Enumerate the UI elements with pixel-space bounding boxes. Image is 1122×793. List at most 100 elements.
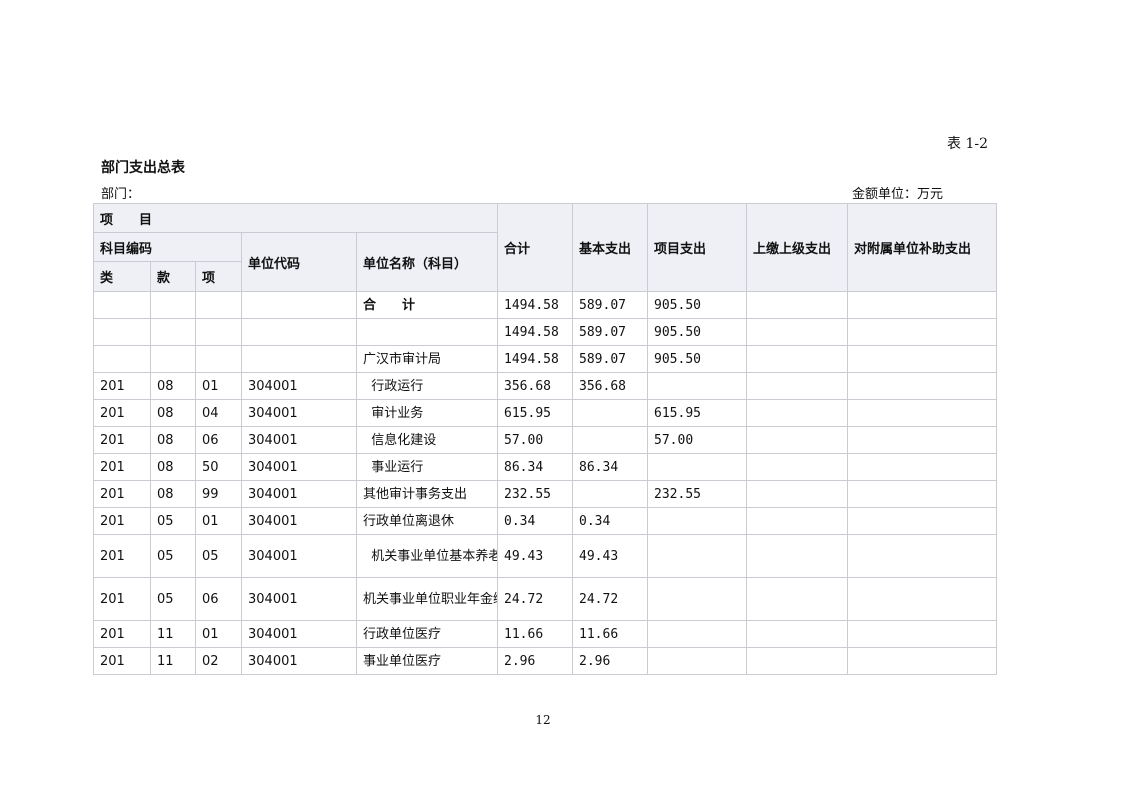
cell-total: 49.43 bbox=[497, 534, 574, 578]
cell-unit-name: 其他审计事务支出 bbox=[355, 480, 499, 508]
cell-basic: 49.43 bbox=[572, 534, 649, 578]
cell-subsidy bbox=[847, 345, 998, 373]
department-label: 部门： bbox=[101, 187, 141, 202]
table-number: 表 1-2 bbox=[947, 136, 988, 152]
cell-basic bbox=[572, 480, 649, 508]
cell-kuan: 08 bbox=[150, 372, 196, 400]
header-lei: 类 bbox=[93, 261, 151, 292]
header-total: 合计 bbox=[497, 203, 574, 292]
cell-unit-name: 广汉市审计局 bbox=[355, 345, 499, 373]
cell-upper bbox=[746, 453, 849, 481]
header-xiang: 项 bbox=[195, 261, 242, 292]
cell-subsidy bbox=[847, 291, 998, 319]
cell-upper bbox=[746, 480, 849, 508]
cell-xiang: 01 bbox=[195, 507, 242, 535]
cell-upper bbox=[746, 372, 849, 400]
expenditure-table: 项 目 合计 基本支出 项目支出 上缴上级支出 对附属单位补助支出 科目编码 单… bbox=[92, 203, 998, 675]
cell-basic: 86.34 bbox=[572, 453, 649, 481]
cell-project bbox=[647, 577, 748, 621]
table-body: 合 计 1494.58 589.07 905.50 1494.58 589.07 905.5… bbox=[93, 291, 998, 675]
cell-basic: 2.96 bbox=[572, 647, 649, 675]
cell-subsidy bbox=[847, 426, 998, 454]
cell-kuan: 11 bbox=[150, 620, 196, 648]
cell-total: 1494.58 bbox=[497, 291, 574, 319]
cell-lei: 201 bbox=[93, 534, 151, 578]
header-unit-name: 单位名称（科目） bbox=[355, 232, 499, 292]
cell-lei bbox=[93, 345, 151, 373]
cell-lei: 201 bbox=[93, 426, 151, 454]
cell-kuan: 05 bbox=[150, 534, 196, 578]
cell-xiang bbox=[195, 291, 242, 319]
report-title: 部门支出总表 bbox=[101, 160, 185, 176]
page-number: 12 bbox=[535, 713, 551, 727]
cell-lei: 201 bbox=[93, 507, 151, 535]
cell-xiang: 06 bbox=[195, 426, 242, 454]
cell-upper bbox=[746, 426, 849, 454]
cell-xiang: 02 bbox=[195, 647, 242, 675]
cell-xiang: 05 bbox=[195, 534, 242, 578]
cell-upper bbox=[746, 620, 849, 648]
cell-total: 1494.58 bbox=[497, 318, 574, 346]
header-subsidy: 对附属单位补助支出 bbox=[847, 203, 998, 292]
cell-subsidy bbox=[847, 318, 998, 346]
cell-kuan: 05 bbox=[150, 577, 196, 621]
cell-basic: 24.72 bbox=[572, 577, 649, 621]
cell-project: 905.50 bbox=[647, 318, 748, 346]
cell-total: 232.55 bbox=[497, 480, 574, 508]
cell-lei: 201 bbox=[93, 620, 151, 648]
cell-subsidy bbox=[847, 577, 998, 621]
cell-unit-name bbox=[355, 318, 499, 346]
table-row: 201 11 01 304001 行政单位医疗 11.66 11.66 bbox=[93, 620, 998, 648]
cell-lei: 201 bbox=[93, 577, 151, 621]
cell-project: 615.95 bbox=[647, 399, 748, 427]
cell-xiang bbox=[195, 345, 242, 373]
cell-unit-code bbox=[241, 318, 357, 346]
cell-unit-name: 事业运行 bbox=[355, 453, 499, 481]
cell-basic bbox=[572, 399, 649, 427]
header-project: 项目支出 bbox=[647, 203, 748, 292]
header-basic: 基本支出 bbox=[572, 203, 649, 292]
cell-subsidy bbox=[847, 399, 998, 427]
cell-project bbox=[647, 453, 748, 481]
table-row: 201 08 50 304001 事业运行 86.34 86.34 bbox=[93, 453, 998, 481]
table-row: 201 08 99 304001 其他审计事务支出 232.55 232.55 bbox=[93, 480, 998, 508]
cell-basic: 11.66 bbox=[572, 620, 649, 648]
cell-lei: 201 bbox=[93, 453, 151, 481]
cell-total: 2.96 bbox=[497, 647, 574, 675]
cell-project: 905.50 bbox=[647, 345, 748, 373]
cell-upper bbox=[746, 291, 849, 319]
cell-lei bbox=[93, 291, 151, 319]
cell-subsidy bbox=[847, 507, 998, 535]
cell-xiang: 99 bbox=[195, 480, 242, 508]
cell-xiang: 01 bbox=[195, 372, 242, 400]
header-upper: 上缴上级支出 bbox=[746, 203, 849, 292]
cell-unit-name: 行政运行 bbox=[355, 372, 499, 400]
cell-subsidy bbox=[847, 480, 998, 508]
cell-total: 11.66 bbox=[497, 620, 574, 648]
cell-kuan bbox=[150, 318, 196, 346]
table-row: 201 08 06 304001 信息化建设 57.00 57.00 bbox=[93, 426, 998, 454]
cell-unit-code: 304001 bbox=[241, 453, 357, 481]
amount-unit-label: 金额单位：万元 bbox=[852, 187, 944, 202]
cell-unit-name: 合 计 bbox=[355, 291, 499, 319]
cell-total: 86.34 bbox=[497, 453, 574, 481]
table-row: 合 计 1494.58 589.07 905.50 bbox=[93, 291, 998, 319]
cell-xiang: 04 bbox=[195, 399, 242, 427]
cell-basic: 589.07 bbox=[572, 345, 649, 373]
cell-upper bbox=[746, 577, 849, 621]
cell-upper bbox=[746, 507, 849, 535]
cell-kuan: 08 bbox=[150, 399, 196, 427]
header-kuan: 款 bbox=[150, 261, 196, 292]
cell-unit-name: 行政单位离退休 bbox=[355, 507, 499, 535]
cell-total: 0.34 bbox=[497, 507, 574, 535]
cell-total: 57.00 bbox=[497, 426, 574, 454]
cell-upper bbox=[746, 399, 849, 427]
cell-unit-code bbox=[241, 345, 357, 373]
table-row: 201 08 01 304001 行政运行 356.68 356.68 bbox=[93, 372, 998, 400]
cell-project: 57.00 bbox=[647, 426, 748, 454]
cell-total: 1494.58 bbox=[497, 345, 574, 373]
cell-subsidy bbox=[847, 620, 998, 648]
cell-project: 232.55 bbox=[647, 480, 748, 508]
cell-basic: 356.68 bbox=[572, 372, 649, 400]
cell-kuan bbox=[150, 291, 196, 319]
